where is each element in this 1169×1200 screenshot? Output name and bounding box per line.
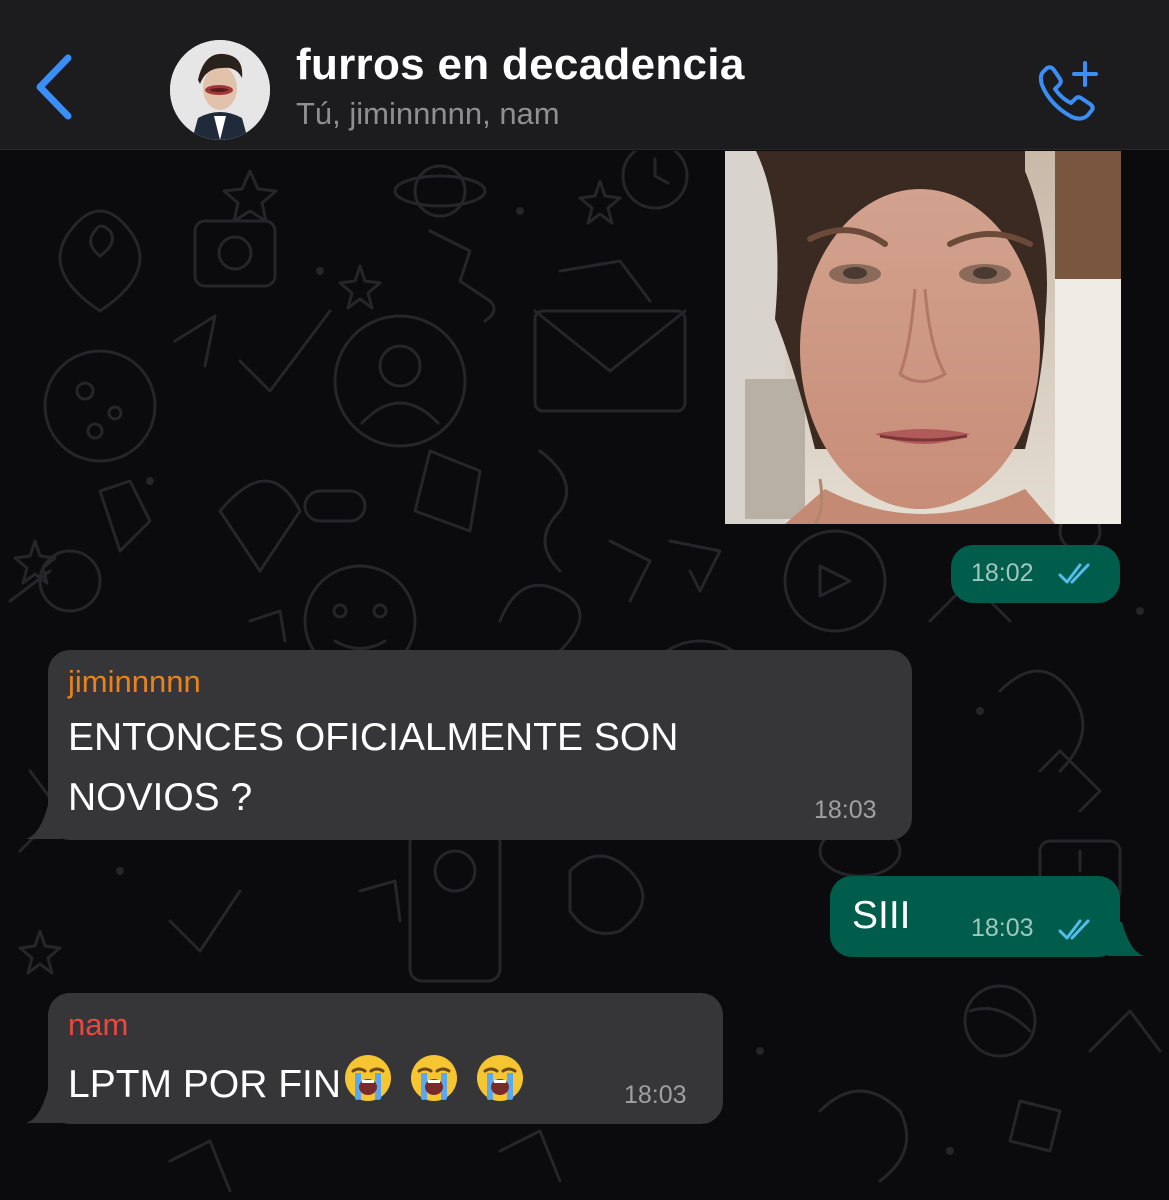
chat-header: furros en decadencia Tú, jiminnnnn, nam bbox=[0, 0, 1169, 150]
image-message-footer: 18:02 bbox=[951, 545, 1120, 603]
bubble-tail bbox=[26, 1089, 62, 1123]
message-time: 18:03 bbox=[971, 914, 1034, 942]
loudly-crying-face-icon bbox=[345, 1055, 392, 1101]
sender-name[interactable]: jiminnnnn bbox=[68, 664, 201, 700]
bubble-tail bbox=[1108, 922, 1144, 956]
avatar-image bbox=[170, 40, 270, 140]
message-text-content: LPTM POR FIN bbox=[68, 1063, 342, 1106]
image-message[interactable] bbox=[725, 151, 1121, 524]
bubble-tail bbox=[26, 805, 62, 839]
loudly-crying-face-icon bbox=[411, 1055, 458, 1101]
message-time: 18:03 bbox=[814, 796, 877, 824]
read-double-check-icon bbox=[1058, 563, 1090, 584]
message-time: 18:02 bbox=[971, 559, 1034, 587]
group-members[interactable]: Tú, jiminnnnn, nam bbox=[296, 96, 560, 132]
back-chevron-icon[interactable] bbox=[30, 52, 78, 122]
message-text: SIII bbox=[852, 894, 911, 937]
message-text-line-1: ENTONCES OFICIALMENTE SON bbox=[68, 716, 679, 759]
outgoing-message-siii[interactable]: SIII 18:03 bbox=[830, 876, 1120, 957]
message-text: LPTM POR FIN bbox=[68, 1053, 525, 1115]
incoming-message-nam[interactable]: nam LPTM POR FIN 18:03 bbox=[48, 993, 723, 1124]
message-list[interactable]: 18:02 jiminnnnn ENTONCES OFICIALMENTE SO… bbox=[0, 151, 1169, 1200]
sender-name[interactable]: nam bbox=[68, 1007, 128, 1043]
message-time: 18:03 bbox=[624, 1081, 687, 1109]
loudly-crying-face-icon bbox=[477, 1055, 524, 1101]
group-avatar[interactable] bbox=[170, 40, 270, 140]
group-title[interactable]: furros en decadencia bbox=[296, 40, 745, 90]
incoming-message-jiminnnnn[interactable]: jiminnnnn ENTONCES OFICIALMENTE SON NOVI… bbox=[48, 650, 912, 840]
read-double-check-icon bbox=[1058, 919, 1090, 940]
add-call-icon[interactable] bbox=[1030, 55, 1110, 125]
message-text-line-2: NOVIOS ? bbox=[68, 776, 253, 819]
shared-photo bbox=[725, 151, 1121, 524]
